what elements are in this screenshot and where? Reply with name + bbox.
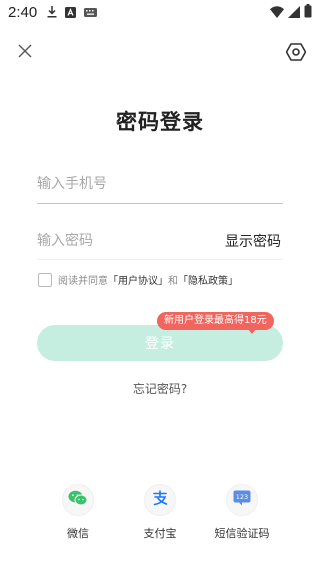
- password-input[interactable]: [37, 222, 211, 259]
- a-app-icon: [65, 6, 77, 18]
- settings-button[interactable]: [284, 42, 308, 66]
- new-user-promo-badge: 新用户登录最高得18元: [157, 312, 274, 334]
- page-title: 密码登录: [116, 110, 204, 134]
- wechat-icon: [68, 490, 88, 510]
- sms-code-icon: 123: [233, 490, 251, 510]
- agreement-and: 和: [168, 276, 178, 287]
- wechat-label: 微信: [67, 527, 89, 540]
- privacy-policy-link[interactable]: 「隐私政策」: [178, 272, 238, 287]
- sms-code-login[interactable]: 123 短信验证码: [202, 484, 282, 541]
- phone-field-container: [37, 166, 283, 204]
- agreement-checkbox[interactable]: [38, 272, 52, 287]
- status-bar: 2:40: [0, 0, 320, 24]
- forgot-password-link[interactable]: 忘记密码?: [0, 380, 320, 397]
- alipay-login[interactable]: 支付宝: [120, 484, 200, 541]
- agreement-row: 阅读并同意 「用户协议」 和 「隐私政策」: [38, 272, 238, 287]
- wechat-login[interactable]: 微信: [38, 484, 118, 541]
- sms-icon-circle: 123: [226, 484, 258, 516]
- close-icon: [17, 43, 33, 63]
- wifi-icon: [270, 3, 284, 22]
- show-password-toggle[interactable]: 显示密码: [225, 231, 281, 251]
- hexagon-settings-icon: [285, 42, 307, 66]
- alipay-icon: [151, 489, 169, 511]
- top-bar: [0, 38, 320, 70]
- login-button[interactable]: 登录: [37, 325, 283, 361]
- alipay-icon-circle: [144, 484, 176, 516]
- svg-text:123: 123: [236, 493, 248, 501]
- close-button[interactable]: [14, 42, 36, 64]
- alipay-label: 支付宝: [143, 527, 177, 540]
- password-field-container: 显示密码: [37, 222, 283, 260]
- keyboard-icon: [84, 7, 98, 17]
- status-time: 2:40: [8, 3, 38, 21]
- sms-code-label: 短信验证码: [214, 527, 270, 540]
- battery-icon: [304, 3, 312, 22]
- user-agreement-link[interactable]: 「用户协议」: [108, 272, 168, 287]
- phone-input[interactable]: [37, 166, 283, 202]
- download-icon: [47, 6, 57, 18]
- wechat-icon-circle: [62, 484, 94, 516]
- agreement-prefix: 阅读并同意: [58, 276, 108, 287]
- signal-icon: [288, 3, 300, 22]
